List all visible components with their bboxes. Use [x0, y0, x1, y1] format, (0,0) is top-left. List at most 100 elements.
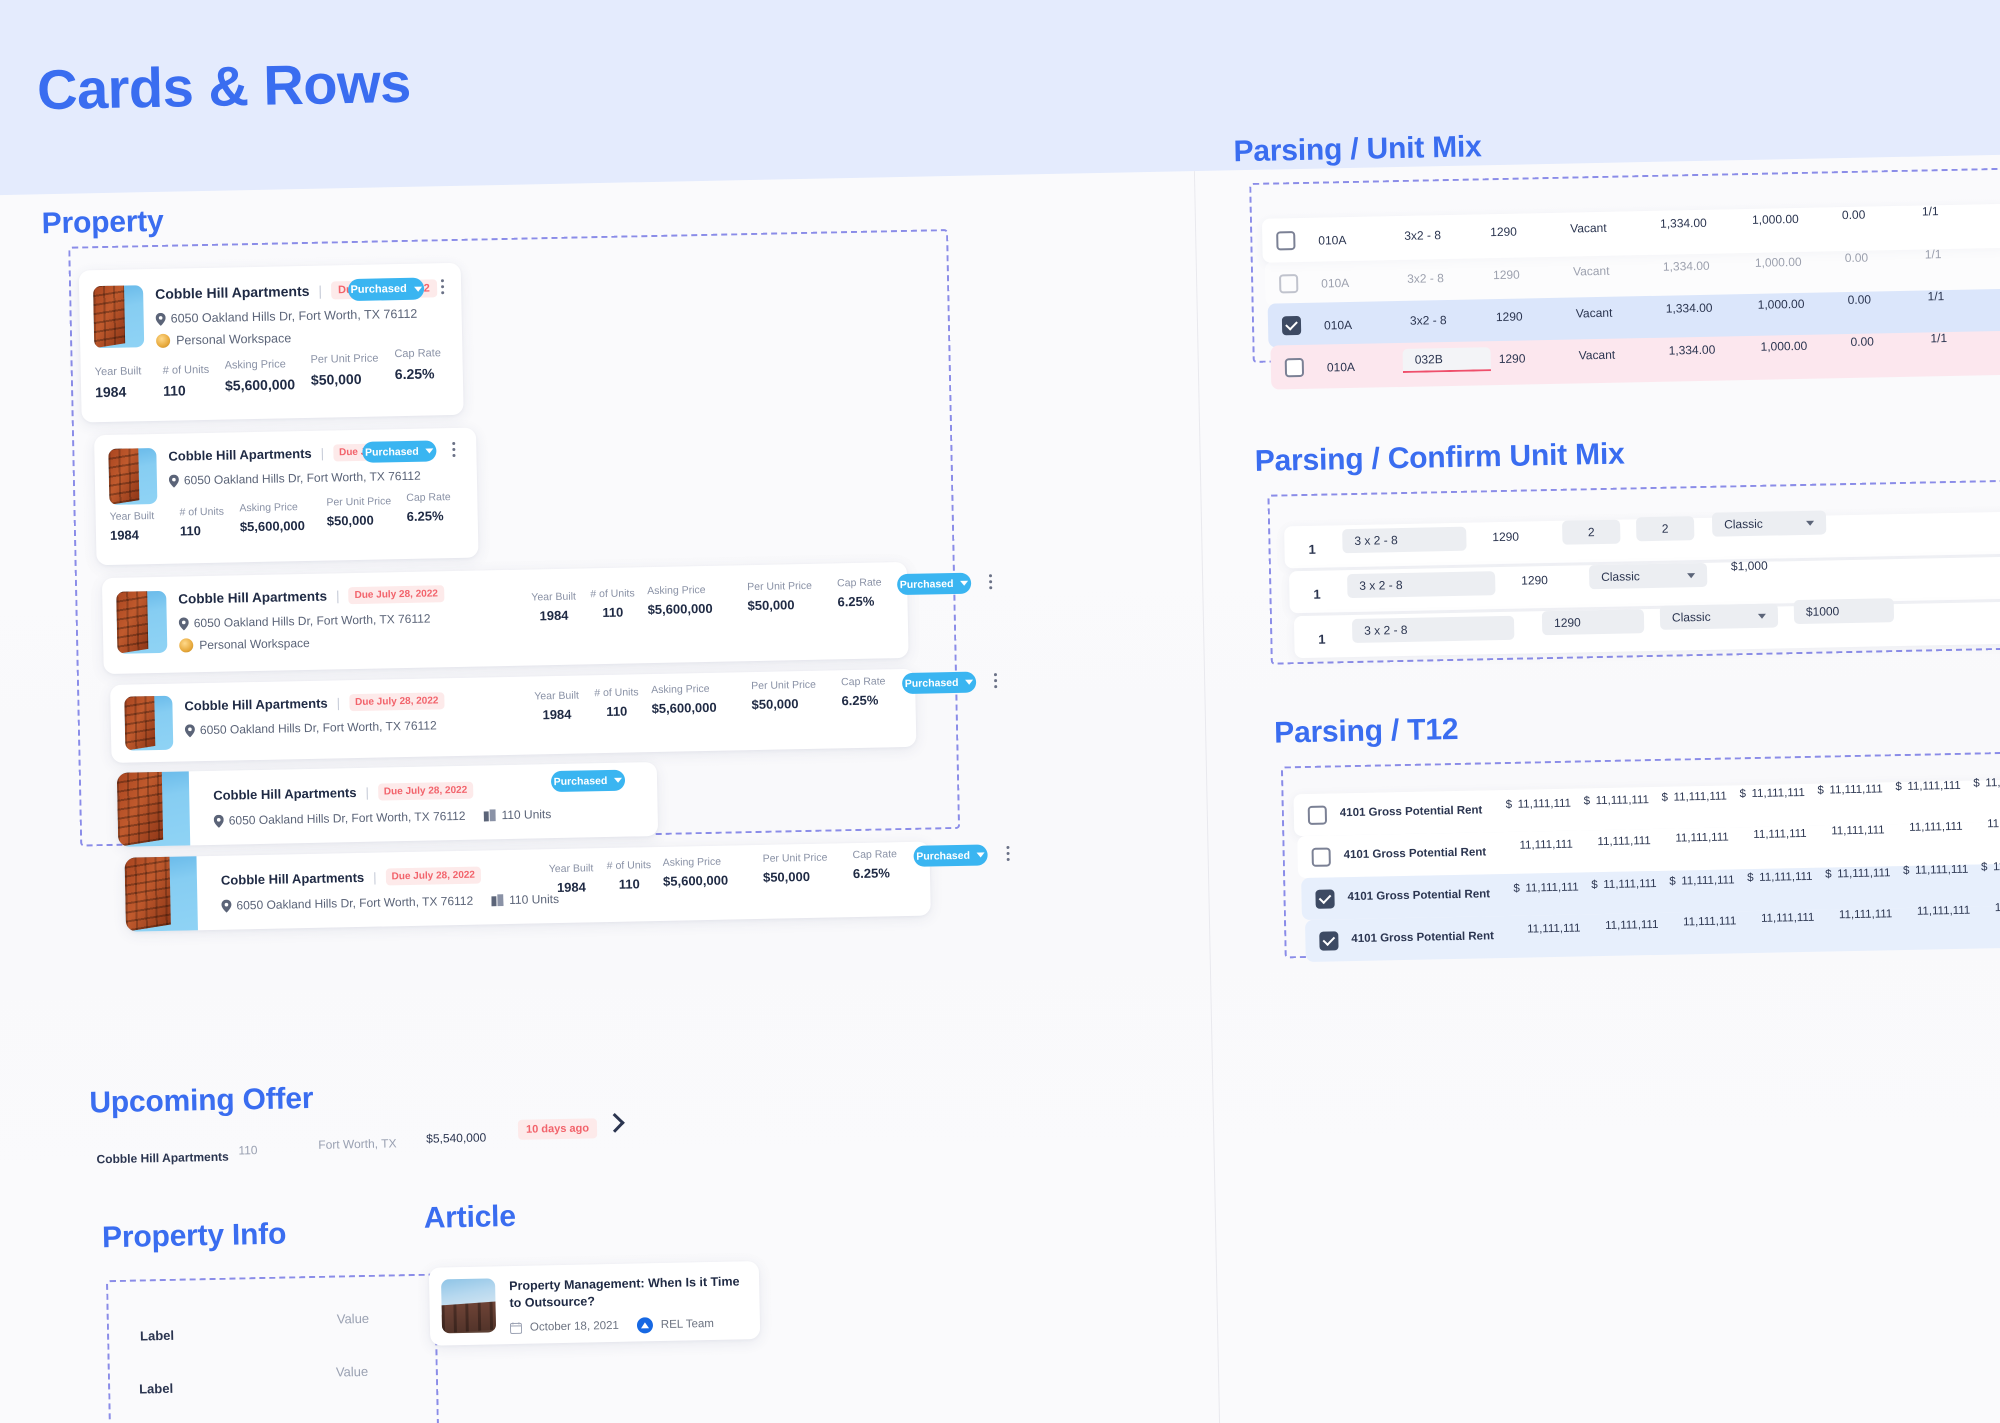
- finish-select[interactable]: Classic: [1659, 603, 1779, 630]
- t12-value: 11,111,111: [1760, 911, 1815, 925]
- baths-input[interactable]: 2: [1635, 516, 1695, 542]
- status-badge-purchased[interactable]: Purchased: [347, 277, 425, 302]
- row-checkbox[interactable]: [1281, 315, 1302, 335]
- property-card[interactable]: Cobble Hill Apartments | Due July 28, 20…: [101, 561, 993, 675]
- kebab-dot: [994, 679, 998, 683]
- more-options-button[interactable]: [440, 279, 445, 295]
- t12-value: 11,111,111: [1605, 918, 1659, 932]
- t12-value: 11,111,111: [1829, 783, 1883, 797]
- sqft-input[interactable]: 1290: [1541, 609, 1645, 636]
- unit-type-input[interactable]: 032B: [1402, 347, 1491, 373]
- stat-label: # of Units: [590, 587, 635, 601]
- stat-value: 1984: [94, 383, 127, 401]
- due-date-badge: Due July 28, 2022: [385, 866, 482, 886]
- t12-currency: $: [1902, 864, 1910, 878]
- rent-value: $1,000: [1730, 558, 1768, 574]
- article-card[interactable]: Property Management: When Is it Time to …: [428, 1261, 761, 1346]
- t12-currency: $: [1669, 875, 1676, 888]
- property-card[interactable]: Cobble Hill Apartments | Due July 28, 20…: [124, 841, 1010, 932]
- stat-value: 110: [162, 382, 186, 399]
- rent-value: $1000: [1805, 604, 1840, 619]
- finish-select[interactable]: Classic: [1588, 562, 1708, 590]
- unit-type-input[interactable]: 3 x 2 - 8: [1351, 615, 1515, 644]
- property-card[interactable]: Cobble Hill Apartments | Due July 28, 20…: [110, 668, 998, 763]
- property-name: Cobble Hill Apartments: [155, 282, 310, 302]
- section-heading-parsing-unit-mix: Parsing / Unit Mix: [1233, 130, 1482, 169]
- stat-value: 6.25%: [406, 508, 444, 524]
- address-text: 6050 Oakland Hills Dr, Fort Worth, TX 76…: [199, 718, 437, 738]
- property-card[interactable]: Cobble Hill Apartments | Due July 28, 20…: [78, 262, 464, 423]
- row-checkbox[interactable]: [1311, 846, 1331, 867]
- status-badge-purchased[interactable]: Purchased: [550, 769, 626, 793]
- unit-id: 010A: [1326, 359, 1356, 375]
- stat-value: $50,000: [751, 696, 799, 713]
- property-card[interactable]: Cobble Hill Apartments | Due July 28, 20…: [94, 427, 479, 566]
- building-image: [124, 856, 171, 932]
- stat-label: Year Built: [94, 365, 142, 379]
- stat-label: Asking Price: [224, 358, 286, 372]
- beds-input[interactable]: 2: [1562, 519, 1621, 545]
- t12-value: 11,111,111: [1994, 901, 2000, 915]
- avatar: [179, 638, 194, 653]
- status-badge-purchased[interactable]: Purchased: [896, 572, 972, 596]
- more-options-button[interactable]: [1006, 845, 1010, 861]
- stat-per-unit-price: Per Unit Price $50,000: [326, 495, 391, 528]
- units-count: 110 Units: [483, 807, 551, 822]
- property-info-value: Value: [336, 1310, 370, 1327]
- article-title: Property Management: When Is it Time to …: [509, 1274, 740, 1310]
- chevron-down-icon: [976, 852, 985, 858]
- row-checkbox[interactable]: [1319, 930, 1339, 951]
- row-checkbox[interactable]: [1279, 273, 1299, 293]
- rent-input[interactable]: $1000: [1793, 598, 1895, 625]
- t12-value: 11,111,111: [1597, 835, 1651, 849]
- t12-currency: $: [1747, 872, 1754, 885]
- property-name: Cobble Hill Apartments: [213, 785, 357, 803]
- unit-type-input[interactable]: 3 x 2 - 8: [1342, 526, 1467, 554]
- property-info-value: Value: [335, 1363, 369, 1380]
- row-checkbox[interactable]: [1307, 805, 1328, 825]
- unit-id: 010A: [1321, 276, 1350, 291]
- finish-select[interactable]: Classic: [1711, 510, 1827, 537]
- status-badge-purchased[interactable]: Purchased: [362, 440, 437, 463]
- article-meta: October 18, 2021 REL Team: [509, 1315, 748, 1336]
- more-options-button[interactable]: [452, 441, 456, 458]
- row-count: 1: [1308, 541, 1316, 557]
- t12-currency: $: [1661, 791, 1669, 804]
- stat-value: 1984: [539, 607, 569, 624]
- stat-value: $5,600,000: [224, 376, 296, 394]
- stat-asking-price: Asking Price $5,600,000: [239, 501, 305, 534]
- unit-market-rent: 1,334.00: [1659, 215, 1707, 231]
- status-badge-purchased[interactable]: Purchased: [901, 671, 977, 695]
- t12-value: 11,111,111: [1519, 838, 1573, 852]
- stat-year-built: Year Built 1984: [549, 862, 594, 895]
- property-info-label: Label: [139, 1327, 175, 1344]
- status-badge-purchased[interactable]: Purchased: [913, 844, 988, 867]
- workspace-name: Personal Workspace: [175, 331, 292, 348]
- unit-type-input[interactable]: 3 x 2 - 8: [1347, 571, 1496, 599]
- stat-cap-rate: Cap Rate 6.25%: [394, 347, 441, 382]
- stat-asking-price: Asking Price $5,600,000: [647, 584, 713, 617]
- property-thumbnail: [93, 285, 145, 349]
- row-checkbox[interactable]: [1315, 888, 1335, 909]
- name-separator: |: [336, 695, 341, 711]
- t12-value: 11,111,111: [1675, 831, 1729, 845]
- baths-value: 2: [1661, 521, 1669, 536]
- unit-actual-rent: 1,000.00: [1760, 338, 1808, 354]
- more-options-button[interactable]: [993, 673, 998, 689]
- property-card[interactable]: Cobble Hill Apartments | Due July 28, 20…: [116, 761, 659, 847]
- row-checkbox[interactable]: [1276, 230, 1296, 250]
- ago-badge-text: 10 days ago: [517, 1118, 598, 1140]
- chevron-right-icon[interactable]: [605, 1113, 625, 1133]
- building-icon: [483, 809, 496, 822]
- property-thumbnail: [124, 856, 198, 932]
- chevron-down-icon: [614, 777, 623, 783]
- t12-value: 11,111,111: [1595, 794, 1650, 808]
- stat-asking-price: Asking Price $5,600,000: [225, 358, 296, 393]
- stat-value: 6.25%: [841, 692, 879, 709]
- more-options-button[interactable]: [988, 574, 993, 590]
- section-heading-property: Property: [41, 204, 164, 241]
- offer-ago-badge: 10 days ago: [517, 1118, 598, 1140]
- t12-value: 11,111,111: [1985, 776, 2000, 790]
- row-checkbox[interactable]: [1284, 357, 1305, 377]
- stat-label: Per Unit Price: [762, 851, 828, 865]
